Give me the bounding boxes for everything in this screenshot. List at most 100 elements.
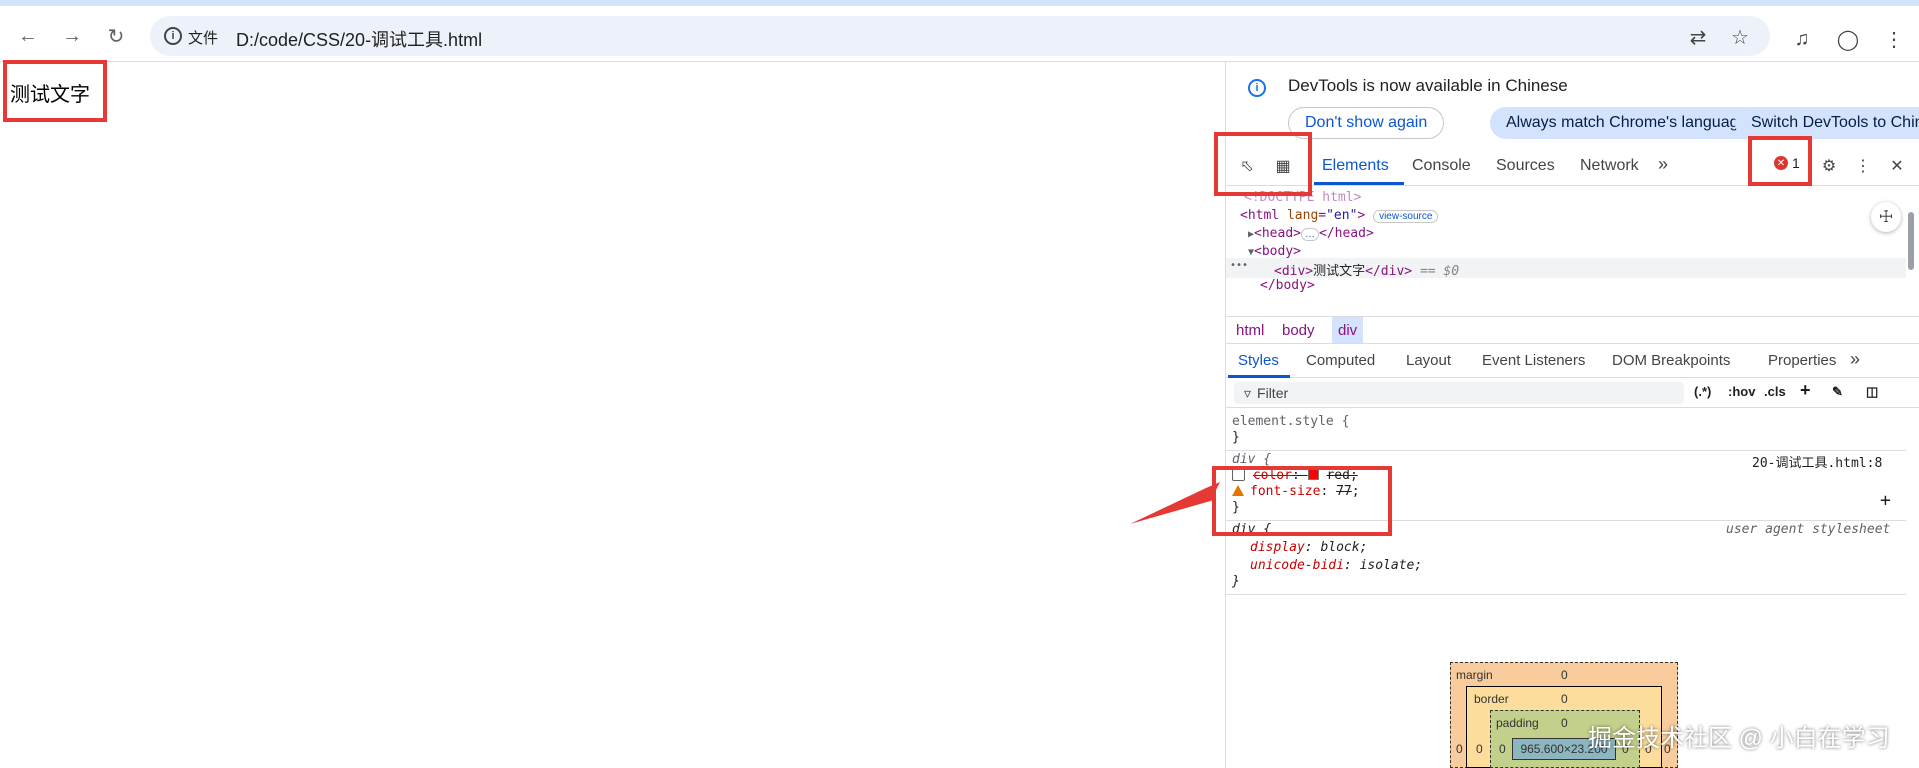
sidebar-toggle-icon[interactable]: ◫ <box>1866 384 1878 400</box>
dom-lang-attr: lang <box>1279 208 1319 223</box>
dom-head-line[interactable]: ▶<head>… </head> <box>1248 226 1374 241</box>
info-icon: i <box>1248 79 1266 97</box>
filter-placeholder: Filter <box>1257 385 1289 401</box>
devtools-tabbar: ⬁ ▦ Elements Console Sources Network » ✕… <box>1226 146 1919 186</box>
dom-div-open: <div> <box>1274 264 1314 279</box>
regex-icon[interactable]: (.*) <box>1694 384 1711 399</box>
margin-left-value: 0 <box>1456 742 1463 756</box>
tab-console[interactable]: Console <box>1412 157 1471 175</box>
rule1-selector[interactable]: div { <box>1232 452 1271 467</box>
dom-scrollbar[interactable] <box>1906 202 1916 278</box>
match-language-button[interactable]: Always match Chrome's language <box>1490 107 1764 139</box>
media-icon[interactable]: ♫ <box>1789 26 1815 52</box>
dom-head-close: </head> <box>1319 226 1374 241</box>
prop-display-value: block <box>1320 540 1360 555</box>
annotation-box-css-rule <box>1212 466 1392 536</box>
rule-divider <box>1226 594 1906 595</box>
switch-language-button[interactable]: Switch DevTools to Chin <box>1735 107 1919 139</box>
new-rule-icon[interactable]: + <box>1800 380 1811 401</box>
border-label: border <box>1474 692 1509 706</box>
dom-html-bracket: > <box>1357 208 1366 223</box>
dom-lang-value: "en" <box>1326 208 1358 223</box>
subtab-properties[interactable]: Properties <box>1768 352 1836 369</box>
prop-bidi-name: unicode-bidi <box>1250 558 1344 573</box>
language-banner-message: DevTools is now available in Chinese <box>1288 76 1568 95</box>
prop-display-name: display <box>1250 540 1305 555</box>
rule2-source: user agent stylesheet <box>1726 522 1891 537</box>
site-info-icon[interactable]: i <box>164 27 182 45</box>
address-bar[interactable]: i 文件 D:/code/CSS/20-调试工具.html ⇄ ☆ <box>150 16 1770 56</box>
back-icon[interactable]: ← <box>14 22 42 50</box>
margin-top-value: 0 <box>1561 668 1568 682</box>
more-options-icon[interactable]: ⋮ <box>1852 155 1874 177</box>
crumb-html[interactable]: html <box>1230 317 1270 343</box>
dom-tree: <!DOCTYPE html> <html lang="en"> view-so… <box>1226 186 1919 316</box>
breadcrumb: html body div <box>1226 316 1919 344</box>
view-source-badge[interactable]: view-source <box>1373 210 1439 223</box>
dom-body-close: </body> <box>1260 278 1315 293</box>
padding-top-value: 0 <box>1561 716 1568 730</box>
subtab-dom-breakpoints[interactable]: DOM Breakpoints <box>1612 352 1730 369</box>
annotation-arrow <box>1130 482 1220 524</box>
dom-div-text: 测试文字 <box>1313 264 1366 279</box>
annotation-box-error-counter <box>1748 136 1812 186</box>
browser-toolbar: ← → ↻ i 文件 D:/code/CSS/20-调试工具.html ⇄ ☆ … <box>0 6 1919 62</box>
dom-head-open: <head> <box>1254 226 1301 241</box>
dom-html-open: <html <box>1240 208 1280 223</box>
filter-input[interactable]: ▿ Filter <box>1234 382 1684 404</box>
subtab-computed[interactable]: Computed <box>1306 352 1375 369</box>
rule2-close: } <box>1232 574 1240 589</box>
rule1-source-link[interactable]: 20-调试工具.html:8 <box>1752 452 1882 471</box>
padding-label: padding <box>1496 716 1539 730</box>
filter-icon: ▿ <box>1244 384 1252 401</box>
dom-selected-marker: == $0 <box>1412 264 1460 279</box>
border-top-value: 0 <box>1561 692 1568 706</box>
forward-icon[interactable]: → <box>58 22 86 50</box>
row-more-icon[interactable]: ••• <box>1230 260 1248 271</box>
url-text[interactable]: D:/code/CSS/20-调试工具.html <box>236 26 482 52</box>
head-ellipsis[interactable]: … <box>1301 228 1319 241</box>
cls-toggle[interactable]: .cls <box>1764 384 1786 399</box>
add-property-icon[interactable]: + <box>1880 490 1891 511</box>
active-tab-indicator <box>1314 182 1404 185</box>
watermark: 掘金技术社区 @ 小白在学习 <box>1588 725 1890 752</box>
accessibility-icon[interactable]: ☩ <box>1871 202 1901 232</box>
reload-icon[interactable]: ↻ <box>102 22 130 50</box>
url-chip: 文件 <box>188 30 219 47</box>
tab-network[interactable]: Network <box>1580 157 1639 175</box>
annotation-box-inspect-tools <box>1214 132 1312 196</box>
close-devtools-icon[interactable]: ✕ <box>1886 155 1908 177</box>
element-style-close: } <box>1232 430 1240 445</box>
paint-icon[interactable]: ✎ <box>1832 384 1843 400</box>
menu-icon[interactable]: ⋮ <box>1881 26 1907 52</box>
hov-toggle[interactable]: :hov <box>1728 384 1755 399</box>
subtab-styles[interactable]: Styles <box>1238 352 1279 369</box>
crumb-div[interactable]: div <box>1332 317 1364 343</box>
element-style-selector[interactable]: element.style { <box>1232 414 1349 429</box>
dom-div-line[interactable]: <div>测试文字</div> == $0 <box>1274 260 1459 279</box>
star-icon[interactable]: ☆ <box>1728 25 1752 49</box>
dom-div-close: </div> <box>1365 264 1413 279</box>
tab-elements[interactable]: Elements <box>1322 157 1389 175</box>
more-subtabs-icon[interactable]: » <box>1850 349 1860 370</box>
rule2-bidi-decl: unicode-bidi: isolate; <box>1250 558 1423 573</box>
dom-body-line[interactable]: ▼<body> <box>1248 244 1301 259</box>
padding-left-value: 0 <box>1499 742 1506 756</box>
styles-filterbar: ▿ Filter (.*) :hov .cls + ✎ ◫ <box>1226 378 1919 408</box>
annotation-box-page-text <box>3 60 107 122</box>
tab-sources[interactable]: Sources <box>1496 157 1555 175</box>
profile-icon[interactable]: ◯ <box>1835 26 1861 52</box>
border-left-value: 0 <box>1476 742 1483 756</box>
dom-body-open: <body> <box>1254 244 1301 259</box>
crumb-body[interactable]: body <box>1276 317 1321 343</box>
margin-label: margin <box>1456 668 1493 682</box>
settings-gear-icon[interactable]: ⚙ <box>1818 155 1840 177</box>
rule2-display-decl: display: block; <box>1250 540 1368 555</box>
prop-bidi-value: isolate <box>1359 558 1415 573</box>
subtab-layout[interactable]: Layout <box>1406 352 1451 369</box>
translate-icon[interactable]: ⇄ <box>1686 25 1710 49</box>
rule-divider <box>1226 450 1906 451</box>
dom-html-line[interactable]: <html lang="en"> view-source <box>1240 208 1439 223</box>
subtab-event-listeners[interactable]: Event Listeners <box>1482 352 1585 369</box>
more-tabs-icon[interactable]: » <box>1658 154 1668 175</box>
